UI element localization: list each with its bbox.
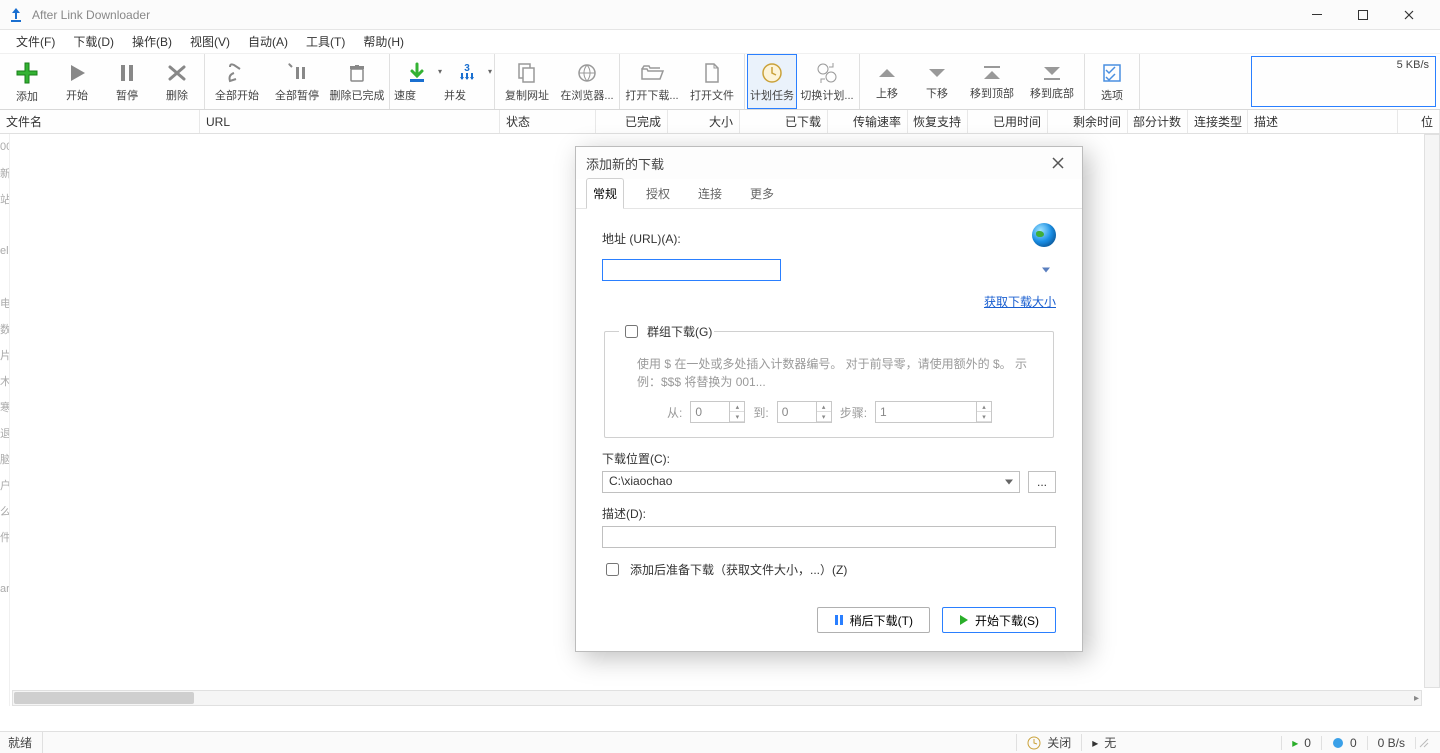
download-later-button[interactable]: 稍后下载(T) <box>817 607 930 633</box>
url-label: 地址 (URL)(A): <box>602 230 681 247</box>
dialog-close-button[interactable] <box>1044 149 1072 177</box>
location-label: 下载位置(C): <box>602 450 1056 467</box>
close-icon <box>1052 157 1064 169</box>
tab-general[interactable]: 常规 <box>586 178 624 209</box>
group-download-fieldset: 群组下载(G) 使用 $ 在一处或多处插入计数器编号。 对于前导零，请使用额外的… <box>604 322 1054 438</box>
start-download-button[interactable]: 开始下载(S) <box>942 607 1056 633</box>
description-label: 描述(D): <box>602 505 1056 522</box>
pause-icon <box>834 615 844 625</box>
from-label: 从: <box>667 404 682 421</box>
group-download-checkbox[interactable] <box>625 325 638 338</box>
prepare-after-add[interactable]: 添加后准备下载（获取文件大小，...）(Z) <box>602 560 1056 579</box>
tab-connection[interactable]: 连接 <box>692 179 728 208</box>
step-label: 步骤: <box>840 404 867 421</box>
globe-icon <box>1032 223 1056 247</box>
prepare-checkbox[interactable] <box>606 563 619 576</box>
add-download-dialog: 添加新的下载 常规 授权 连接 更多 地址 (URL)(A): 获取下载大小 <box>575 146 1083 652</box>
tab-more[interactable]: 更多 <box>744 179 780 208</box>
to-spinner[interactable]: ▴▾ <box>777 401 832 423</box>
description-input[interactable] <box>602 526 1056 548</box>
step-spinner[interactable]: ▴▾ <box>875 401 992 423</box>
from-spinner[interactable]: ▴▾ <box>690 401 745 423</box>
dialog-tabs: 常规 授权 连接 更多 <box>576 179 1082 209</box>
group-download-label: 群组下载(G) <box>647 323 712 340</box>
get-size-link[interactable]: 获取下载大小 <box>984 295 1056 309</box>
modal-overlay: 添加新的下载 常规 授权 连接 更多 地址 (URL)(A): 获取下载大小 <box>0 0 1440 753</box>
to-label: 到: <box>753 404 768 421</box>
dialog-title: 添加新的下载 <box>586 154 664 173</box>
play-icon <box>959 615 969 625</box>
location-select[interactable]: C:\xiaochao <box>602 471 1020 493</box>
group-hint: 使用 $ 在一处或多处插入计数器编号。 对于前导零，请使用额外的 $。 示例：$… <box>637 355 1039 391</box>
url-input[interactable] <box>602 259 781 281</box>
tab-auth[interactable]: 授权 <box>640 179 676 208</box>
browse-button[interactable]: ... <box>1028 471 1056 493</box>
